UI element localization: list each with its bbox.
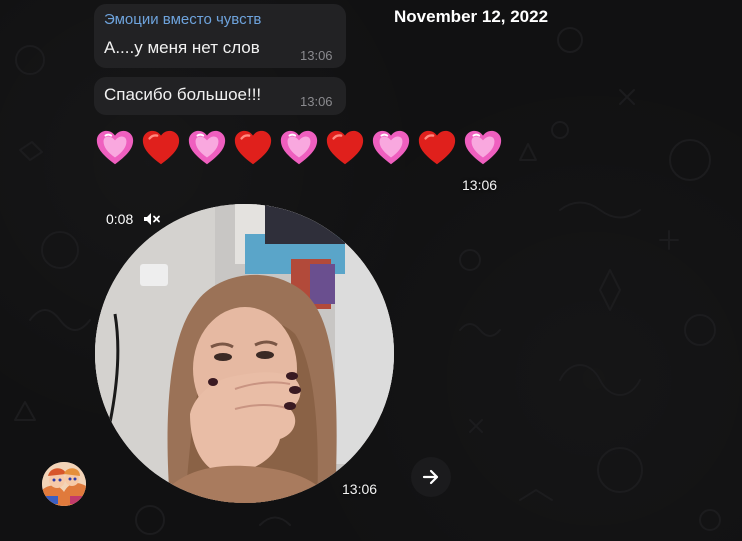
message-text: А....у меня нет слов [104,38,260,57]
sparkling-heart-icon [280,130,318,165]
avatar-image [42,462,86,506]
red-heart-icon [234,130,272,165]
date-separator: November 12, 2022 [394,7,549,26]
video-frame [95,204,394,503]
avatar[interactable] [42,462,86,506]
sparkling-heart-icon [372,130,410,165]
red-heart-icon [418,130,456,165]
red-heart-icon [142,130,180,165]
sparkling-heart-icon [464,130,502,165]
message-time: 13:06 [300,48,333,63]
message-bubble[interactable]: Спасибо большое!!! 13:06 [94,77,346,115]
forward-button[interactable] [411,457,451,497]
arrow-right-icon [422,469,439,485]
video-duration: 0:08 [106,211,134,227]
round-video-message[interactable] [95,204,394,503]
sparkling-heart-icon [188,130,226,165]
emoji-message[interactable] [94,126,514,174]
speaker-muted-icon[interactable] [143,212,161,226]
message-time: 13:06 [300,94,333,109]
message-text: Спасибо большое!!! [104,85,262,104]
red-heart-icon [326,130,364,165]
message-time: 13:06 [342,481,378,497]
message-time: 13:06 [462,177,498,193]
sparkling-heart-icon [96,130,134,165]
chat-view: November 12, 2022 Эмоции вместо чувств А… [0,0,742,541]
message-bubble[interactable]: Эмоции вместо чувств А....у меня нет сло… [94,4,346,68]
sender-name[interactable]: Эмоции вместо чувств [104,11,261,28]
